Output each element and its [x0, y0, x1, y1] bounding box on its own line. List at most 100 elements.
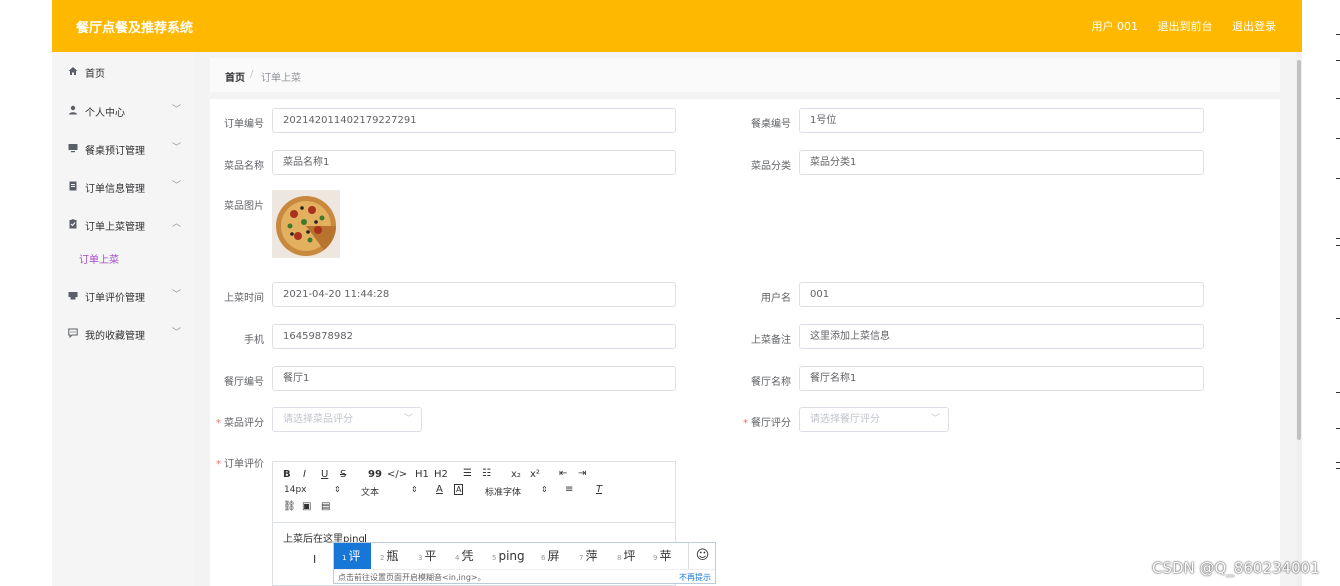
heading-1-button[interactable]: H1 — [415, 469, 429, 480]
bullet-list-icon[interactable]: ☷ — [482, 468, 491, 479]
ime-candidate[interactable]: 6屏 — [541, 543, 559, 569]
restaurant-rating-select[interactable]: 请选择餐厅评分 ﹀ — [799, 407, 949, 432]
bold-button[interactable]: B — [283, 469, 291, 480]
heading-2-button[interactable]: H2 — [434, 469, 448, 480]
sidebar-item-table-booking[interactable]: 餐桌预订管理 ﹀ — [52, 135, 194, 161]
watermark: CSDN @Q_860234001 — [1152, 559, 1320, 577]
paragraph-select[interactable]: 文本 — [361, 485, 379, 498]
strike-button[interactable]: S — [340, 469, 346, 480]
chevron-down-icon: ﹀ — [172, 105, 182, 115]
sidebar-item-order-info[interactable]: 订单信息管理 ﹀ — [52, 173, 194, 199]
candidate-text: 苹 — [659, 549, 672, 563]
code-block-button[interactable]: </> — [387, 469, 407, 480]
ime-candidate[interactable]: 1评 — [334, 543, 371, 569]
ime-candidate[interactable]: 3平 — [418, 543, 436, 569]
image-icon[interactable]: ▣ — [302, 501, 311, 512]
ime-candidate[interactable]: 5 ping — [492, 543, 525, 569]
username-input[interactable]: 001 — [799, 282, 1204, 307]
serve-note-input[interactable]: 这里添加上菜信息 — [799, 324, 1204, 349]
restaurant-no-input[interactable]: 餐厅1 — [272, 366, 676, 391]
video-icon[interactable]: ▤ — [321, 501, 330, 512]
candidate-number: 1 — [342, 554, 347, 562]
chat-icon — [68, 328, 78, 338]
logout-link[interactable]: 退出登录 — [1232, 20, 1276, 33]
chevron-down-icon: ﹀ — [403, 414, 413, 424]
sidebar-item-home[interactable]: 首页 — [52, 58, 194, 84]
sidebar-item-favorites[interactable]: 我的收藏管理 ﹀ — [52, 320, 194, 346]
font-size-select[interactable]: 14px — [284, 485, 307, 495]
outdent-icon[interactable]: ⇤ — [559, 468, 567, 479]
sidebar-item-label: 订单评价管理 — [85, 293, 145, 304]
emoji-icon[interactable]: ☺ — [688, 543, 716, 569]
dish-rating-select[interactable]: 请选择菜品评分 ﹀ — [272, 407, 422, 432]
italic-button[interactable]: I — [303, 469, 306, 480]
clipboard-icon — [69, 219, 77, 229]
blockquote-button[interactable]: 99 — [368, 469, 382, 480]
chevron-down-icon: ﹀ — [172, 181, 182, 191]
required-mark: * — [216, 459, 221, 470]
candidate-text: 评 — [348, 549, 361, 563]
ime-candidate[interactable]: 9苹 — [653, 543, 671, 569]
sidebar-item-order-serving[interactable]: 订单上菜管理 ︿ — [52, 211, 194, 237]
breadcrumb: 首页 / 订单上菜 — [210, 58, 1280, 92]
ime-dismiss-link[interactable]: 不再提示 — [679, 572, 711, 583]
serve-note-label: 上菜备注 — [751, 335, 791, 346]
username-label: 用户名 — [761, 293, 791, 304]
font-family-select[interactable]: 标准字体 — [485, 485, 521, 498]
sidebar-item-order-review[interactable]: 订单评价管理 ﹀ — [52, 282, 194, 308]
phone-input[interactable]: 16459878982 — [272, 324, 676, 349]
serve-time-input[interactable]: 2021-04-20 11:44:28 — [272, 282, 676, 307]
underline-button[interactable]: U — [321, 469, 328, 480]
home-icon — [68, 67, 78, 75]
ime-candidate[interactable]: 4凭 — [455, 543, 473, 569]
candidate-text: 瓶 — [386, 549, 399, 563]
ibeam-cursor-icon: I — [313, 553, 317, 566]
candidate-number: 3 — [418, 554, 423, 562]
dish-name-input[interactable]: 菜品名称1 — [272, 150, 676, 175]
sidebar-item-profile[interactable]: 个人中心 ﹀ — [52, 97, 194, 123]
back-to-front-link[interactable]: 退出到前台 — [1158, 20, 1213, 33]
printer-icon — [68, 292, 78, 300]
editor-toolbar: B I U S 99 </> H1 H2 ☰ ☷ x₂ x² ⇤ ⇥ 14px … — [273, 462, 675, 523]
breadcrumb-home[interactable]: 首页 — [225, 69, 245, 84]
ime-hint-text: 点击前往设置页面开启模糊音<in,ing>。 — [338, 573, 486, 582]
sidebar-item-label: 订单上菜管理 — [85, 222, 145, 233]
brand-title: 餐厅点餐及推荐系统 — [76, 21, 194, 36]
candidate-text: 屏 — [547, 549, 560, 563]
scrollbar-thumb[interactable] — [1297, 60, 1301, 440]
clear-format-icon[interactable]: T — [596, 484, 602, 495]
ime-candidate[interactable]: 7萍 — [579, 543, 597, 569]
dish-rating-label: * 菜品评分 — [194, 414, 264, 429]
restaurant-name-input[interactable]: 餐厅名称1 — [799, 366, 1204, 391]
sidebar-item-label: 餐桌预订管理 — [85, 146, 145, 157]
chevron-up-icon: ︿ — [172, 219, 182, 229]
required-mark: * — [743, 418, 748, 429]
table-no-label: 餐桌编号 — [751, 119, 791, 130]
dish-category-input[interactable]: 菜品分类1 — [799, 150, 1204, 175]
text-color-icon[interactable]: A — [436, 484, 443, 495]
submenu-order-serving[interactable]: 订单上菜 — [79, 251, 119, 266]
ime-candidate-window: 1评 2瓶 3平 4凭 5 ping 6屏 7萍 8坪 9苹 ☺ 点击前往设置页面… — [333, 542, 716, 584]
superscript-button[interactable]: x² — [530, 469, 540, 480]
candidate-number: 9 — [653, 554, 658, 562]
candidate-number: 2 — [380, 554, 385, 562]
restaurant-rating-placeholder: 请选择餐厅评分 — [810, 414, 880, 425]
align-icon[interactable]: ≡ — [565, 484, 573, 495]
chevron-down-icon: ﹀ — [930, 414, 940, 424]
user-link[interactable]: 用户 001 — [1092, 20, 1139, 33]
ime-candidate[interactable]: 2瓶 — [380, 543, 398, 569]
chevron-down-icon: ﹀ — [172, 290, 182, 300]
indent-icon[interactable]: ⇥ — [578, 468, 586, 479]
candidate-text: 萍 — [585, 549, 598, 563]
order-no-input[interactable]: 202142011402179227291 — [272, 108, 676, 133]
candidate-text: 坪 — [623, 549, 636, 563]
sidebar-item-label: 首页 — [85, 69, 105, 80]
sidebar-item-label: 我的收藏管理 — [85, 331, 145, 342]
subscript-button[interactable]: x₂ — [511, 469, 521, 480]
link-icon[interactable]: ⛓ — [283, 501, 296, 512]
table-no-input[interactable]: 1号位 — [799, 108, 1204, 133]
background-color-icon[interactable]: A — [454, 484, 464, 495]
sidebar-item-label: 个人中心 — [85, 108, 125, 119]
ordered-list-icon[interactable]: ☰ — [463, 468, 472, 479]
ime-candidate[interactable]: 8坪 — [617, 543, 635, 569]
